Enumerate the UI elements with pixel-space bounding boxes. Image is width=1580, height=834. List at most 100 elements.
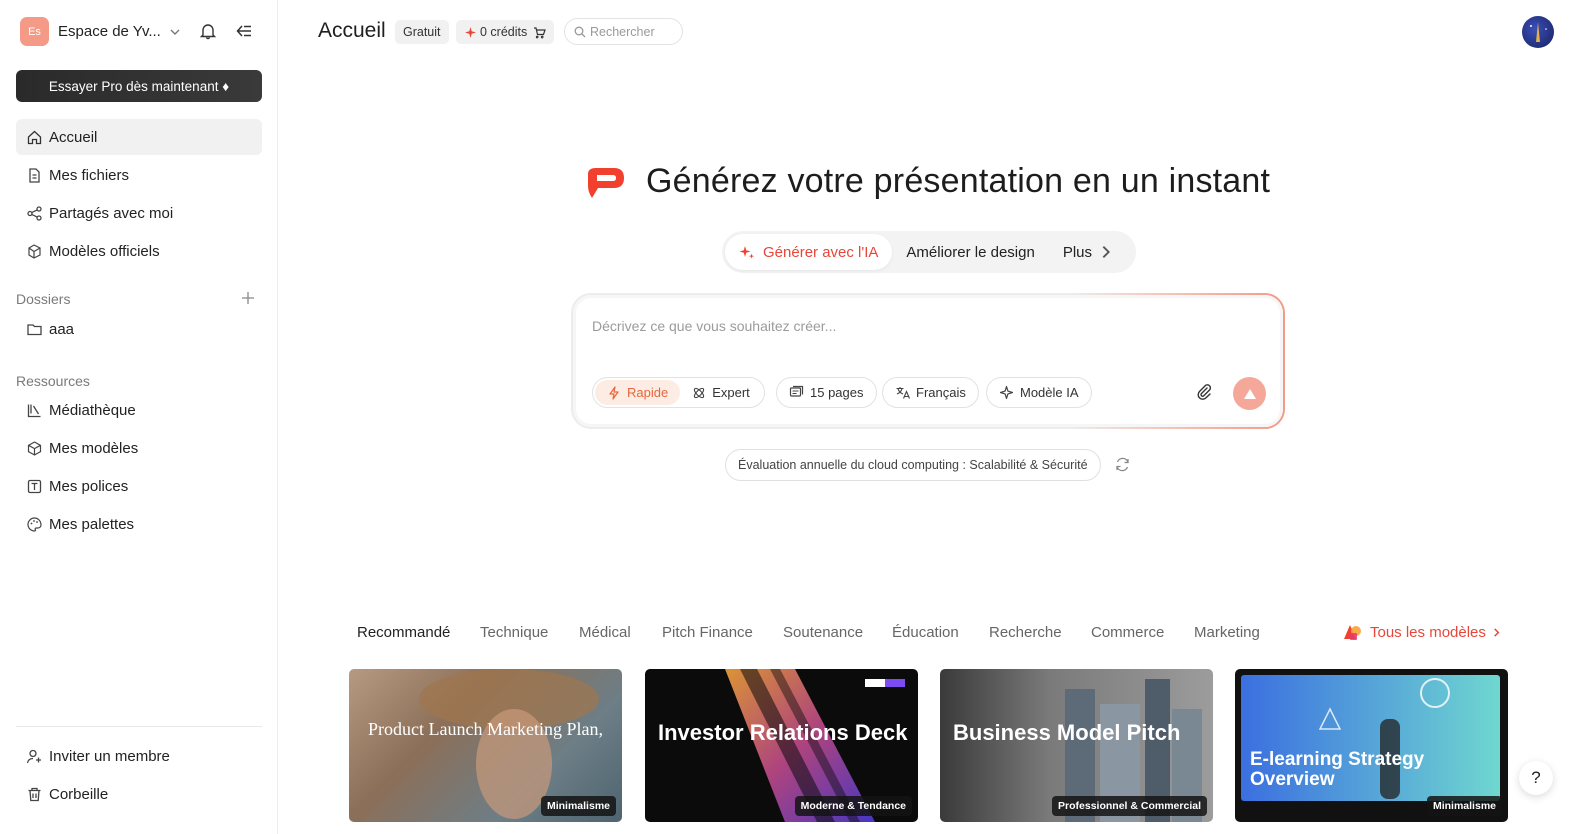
speed-option-rapide[interactable]: Rapide — [595, 380, 681, 405]
refresh-icon[interactable] — [1114, 456, 1131, 473]
credits-label: 0 crédits — [480, 25, 528, 39]
template-title: E-learning Strategy Overview — [1250, 749, 1425, 790]
page-title: Accueil — [318, 19, 386, 42]
category-tab-pitch-finance[interactable]: Pitch Finance — [662, 624, 753, 641]
folders-list: aaa — [16, 311, 262, 349]
nav-item-home[interactable]: Accueil — [16, 119, 262, 155]
template-card[interactable]: Investor Relations Deck Moderne & Tendan… — [645, 669, 918, 822]
folders-section-label: Dossiers — [16, 291, 71, 307]
collapse-sidebar-icon — [236, 25, 251, 37]
prompt-suggestion[interactable]: Évaluation annuelle du cloud computing :… — [725, 449, 1101, 481]
tab-label: Générer avec l'IA — [763, 243, 879, 261]
nav-item-my-palettes[interactable]: Mes palettes — [16, 506, 262, 542]
ai-model-label: Modèle IA — [1020, 385, 1079, 400]
nav-item-label: Médiathèque — [49, 401, 136, 419]
template-style-badge: Minimalisme — [540, 796, 616, 816]
nav-item-label: Mes polices — [49, 477, 129, 495]
palette-icon — [27, 516, 42, 532]
prompt-inner: Décrivez ce que vous souhaitez créer... … — [573, 295, 1283, 427]
template-title: Business Model Pitch — [953, 720, 1181, 745]
bell-icon — [199, 24, 217, 40]
category-tab-recommended[interactable]: Recommandé — [357, 624, 450, 641]
nav-item-my-fonts[interactable]: Mes polices — [16, 468, 262, 504]
atom-icon — [694, 387, 705, 398]
pages-selector[interactable]: 15 pages — [776, 377, 877, 408]
category-tab-medical[interactable]: Médical — [579, 624, 631, 641]
hero-title: Générez votre présentation en un instant — [646, 162, 1271, 200]
ai-model-selector[interactable]: Modèle IA — [986, 377, 1092, 408]
language-selector[interactable]: Français — [882, 377, 979, 408]
try-pro-button[interactable]: Essayer Pro dès maintenant ♦ — [16, 70, 262, 102]
chevron-right-icon — [1494, 627, 1500, 637]
chevron-right-icon — [1102, 246, 1111, 258]
prompt-box: Décrivez ce que vous souhaitez créer... … — [571, 293, 1285, 429]
translate-icon — [896, 387, 910, 399]
file-icon — [29, 167, 40, 183]
pages-label: 15 pages — [810, 385, 864, 400]
collapse-sidebar-button[interactable] — [234, 21, 254, 41]
search-icon — [574, 26, 586, 37]
speed-label: Rapide — [627, 385, 669, 400]
plan-badge: Gratuit — [395, 20, 449, 44]
nav-item-my-templates[interactable]: Mes modèles — [16, 430, 262, 466]
tab-improve-design[interactable]: Améliorer le design — [892, 234, 1048, 270]
mode-tabs: Générer avec l'IA Améliorer le design Pl… — [722, 231, 1136, 273]
template-card[interactable]: E-learning Strategy Overview Minimalisme — [1235, 669, 1508, 822]
help-button[interactable]: ? — [1519, 761, 1553, 795]
category-tab-soutenance[interactable]: Soutenance — [783, 624, 863, 641]
user-avatar[interactable] — [1522, 16, 1554, 48]
tab-label: Améliorer le design — [906, 243, 1035, 261]
sparkle-icon — [465, 26, 476, 38]
trash-icon — [28, 787, 41, 801]
home-icon — [27, 130, 42, 144]
template-style-badge: Minimalisme — [1426, 796, 1502, 816]
template-card[interactable]: Business Model Pitch Professionnel & Com… — [940, 669, 1213, 822]
avatar-image-icon — [1530, 22, 1547, 42]
tab-label: Plus — [1062, 243, 1093, 261]
tab-more[interactable]: Plus — [1049, 234, 1128, 270]
search-placeholder: Rechercher — [590, 24, 655, 39]
paperclip-icon[interactable] — [1195, 383, 1213, 401]
nav-item-label: Accueil — [49, 128, 98, 146]
send-button[interactable] — [1233, 377, 1266, 410]
search-input[interactable]: Rechercher — [564, 18, 683, 45]
invite-user-icon — [26, 749, 41, 763]
category-tab-recherche[interactable]: Recherche — [989, 624, 1062, 641]
category-tab-technique[interactable]: Technique — [480, 624, 548, 641]
arrow-up-icon — [1243, 388, 1256, 399]
template-title: Investor Relations Deck — [658, 720, 908, 745]
templates-icon — [28, 243, 41, 259]
notifications-button[interactable] — [198, 21, 218, 41]
workspace-name: Espace de Yv... — [58, 23, 161, 40]
template-style-badge: Moderne & Tendance — [794, 796, 912, 816]
prompt-input[interactable]: Décrivez ce que vous souhaitez créer... — [592, 318, 836, 334]
nav-item-trash[interactable]: Corbeille — [16, 776, 262, 812]
resources-section-label: Ressources — [16, 373, 90, 389]
nav-item-my-files[interactable]: Mes fichiers — [16, 157, 262, 193]
tab-generate-ai[interactable]: Générer avec l'IA — [725, 234, 893, 270]
nav-item-media-library[interactable]: Médiathèque — [16, 392, 262, 428]
cart-icon — [534, 26, 547, 38]
category-tab-commerce[interactable]: Commerce — [1091, 624, 1164, 641]
lightning-icon — [609, 385, 619, 400]
nav-item-label: Partagés avec moi — [49, 204, 174, 222]
all-templates-link[interactable]: Tous les modèles — [1341, 621, 1502, 643]
category-tab-marketing[interactable]: Marketing — [1194, 624, 1260, 641]
sparkle-outline-icon — [999, 385, 1014, 400]
template-title: Product Launch Marketing Plan, — [368, 719, 603, 739]
workspace-switcher[interactable]: Es Espace de Yv... — [20, 17, 181, 46]
nav-item-shared[interactable]: Partagés avec moi — [16, 195, 262, 231]
nav-item-official-templates[interactable]: Modèles officiels — [16, 233, 262, 269]
template-card[interactable]: Product Launch Marketing Plan, Minimalis… — [349, 669, 622, 822]
folder-item-aaa[interactable]: aaa — [16, 311, 262, 347]
nav-item-label: Mes palettes — [49, 515, 135, 533]
nav-item-label: Inviter un membre — [49, 747, 170, 765]
add-folder-icon[interactable] — [240, 290, 256, 306]
category-tab-education[interactable]: Éducation — [892, 624, 959, 641]
share-icon — [27, 205, 42, 221]
invite-member-button[interactable]: Inviter un membre — [16, 738, 262, 774]
sidebar-bottom-nav: Inviter un membre Corbeille — [16, 738, 262, 814]
credits-badge[interactable]: 0 crédits — [456, 20, 555, 44]
speed-option-expert[interactable]: Expert — [680, 380, 762, 405]
nav-item-label: Modèles officiels — [49, 242, 160, 260]
